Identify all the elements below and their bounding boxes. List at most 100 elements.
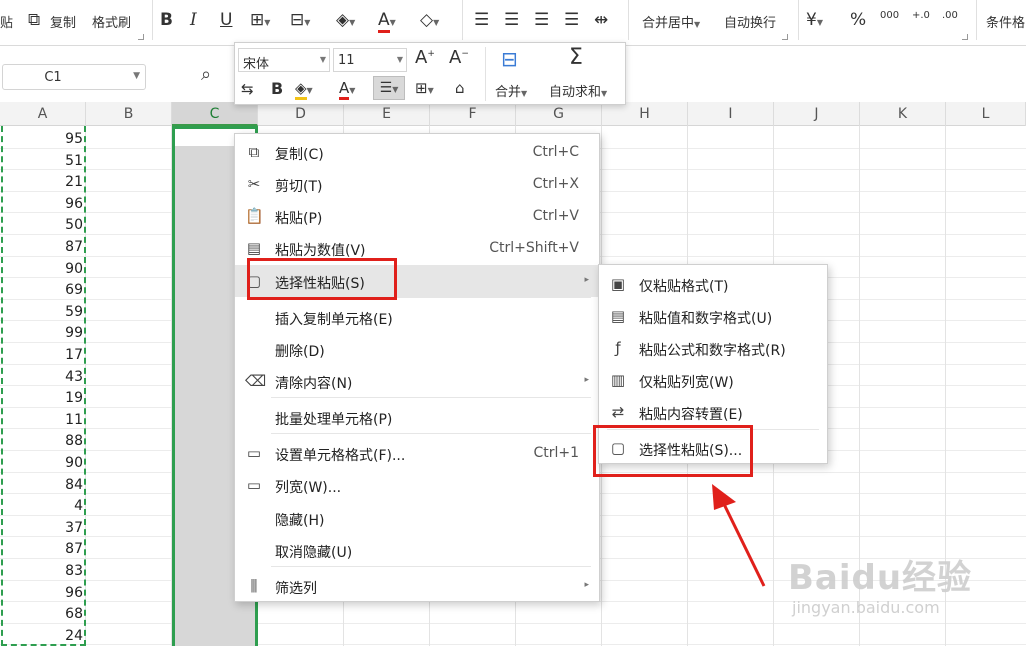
wrap-icon[interactable]: ⇆ bbox=[241, 80, 254, 98]
thousands-separator-icon[interactable]: 000 bbox=[880, 10, 899, 21]
context-menu-item[interactable]: ▭ 设置单元格格式(F)... Ctrl+1 bbox=[235, 437, 599, 469]
column-header-d[interactable]: D bbox=[258, 102, 344, 126]
chevron-down-icon[interactable]: ▼ bbox=[320, 55, 326, 64]
fill-color-icon[interactable]: ◈▼ bbox=[336, 10, 355, 30]
ribbon-cut-partial[interactable]: 贴 bbox=[0, 12, 13, 31]
font-color-icon[interactable]: A▼ bbox=[378, 10, 396, 33]
cell-a8[interactable]: 69 bbox=[0, 280, 83, 301]
submenu-item[interactable]: ▥ 仅粘贴列宽(W) bbox=[599, 364, 827, 396]
context-menu-item[interactable]: 批量处理单元格(P) bbox=[235, 401, 599, 433]
percent-button[interactable]: % bbox=[850, 10, 866, 30]
decrease-font-size-icon[interactable]: A− bbox=[449, 47, 469, 68]
align-center-icon[interactable]: ☰▼ bbox=[373, 76, 405, 100]
cell-a16[interactable]: 90 bbox=[0, 453, 83, 474]
clipboard-group-corner[interactable] bbox=[138, 34, 144, 40]
column-header-k[interactable]: K bbox=[860, 102, 946, 126]
cell-a13[interactable]: 19 bbox=[0, 388, 83, 409]
context-menu-item[interactable]: 隐藏(H) bbox=[235, 502, 599, 534]
cell-a20[interactable]: 87 bbox=[0, 539, 83, 560]
column-header-g[interactable]: G bbox=[516, 102, 602, 126]
alignment-group-corner[interactable] bbox=[782, 34, 788, 40]
font-name-select[interactable]: 宋体 ▼ bbox=[238, 48, 330, 72]
bold-icon[interactable]: B bbox=[271, 79, 283, 98]
cell-a6[interactable]: 87 bbox=[0, 237, 83, 258]
column-header-j[interactable]: J bbox=[774, 102, 860, 126]
font-color-icon[interactable]: A▼ bbox=[339, 79, 355, 100]
cell-a3[interactable]: 21 bbox=[0, 172, 83, 193]
cell-a7[interactable]: 90 bbox=[0, 259, 83, 280]
increase-decimal-icon[interactable]: +.0 bbox=[912, 10, 930, 21]
bold-icon[interactable]: B bbox=[160, 10, 173, 30]
distribute-icon[interactable]: ⇹ bbox=[594, 10, 608, 30]
cell-a24[interactable]: 24 bbox=[0, 626, 83, 646]
column-header-a[interactable]: A bbox=[0, 102, 86, 126]
align-middle-icon[interactable]: ☰ bbox=[504, 10, 519, 30]
cell-a21[interactable]: 83 bbox=[0, 561, 83, 582]
cell-a5[interactable]: 50 bbox=[0, 215, 83, 236]
cell-a10[interactable]: 99 bbox=[0, 323, 83, 344]
cell-a23[interactable]: 68 bbox=[0, 604, 83, 625]
cell-a22[interactable]: 96 bbox=[0, 583, 83, 604]
column-header-h[interactable]: H bbox=[602, 102, 688, 126]
merge-center-button[interactable]: 合并居中▼ bbox=[642, 12, 700, 31]
context-menu-item[interactable]: ⌫ 清除内容(N) ▸ bbox=[235, 365, 599, 397]
copy-button[interactable]: 复制 bbox=[50, 12, 76, 31]
font-size-select[interactable]: 11 ▼ bbox=[333, 48, 407, 72]
context-menu-item[interactable]: ▭ 列宽(W)... bbox=[235, 469, 599, 501]
submenu-item[interactable]: ⇄ 粘贴内容转置(E) bbox=[599, 396, 827, 428]
align-bottom-icon[interactable]: ☰ bbox=[534, 10, 549, 30]
column-header-i[interactable]: I bbox=[688, 102, 774, 126]
copy-icon[interactable]: ⧉ bbox=[28, 10, 40, 30]
submenu-item[interactable]: ▣ 仅粘贴格式(T) bbox=[599, 268, 827, 300]
currency-icon[interactable]: ¥▼ bbox=[806, 10, 823, 30]
chevron-down-icon[interactable]: ▼ bbox=[133, 71, 140, 81]
cell-a2[interactable]: 51 bbox=[0, 151, 83, 172]
border-icon[interactable]: ⊞▼ bbox=[250, 10, 270, 30]
wrap-text-button[interactable]: 自动换行 bbox=[724, 12, 776, 31]
cell-a1[interactable]: 95 bbox=[0, 129, 83, 150]
submenu-item[interactable]: ▤ 粘贴值和数字格式(U) bbox=[599, 300, 827, 332]
context-menu-item[interactable]: ✂ 剪切(T) Ctrl+X bbox=[235, 168, 599, 200]
cell-a12[interactable]: 43 bbox=[0, 367, 83, 388]
cell-a17[interactable]: 84 bbox=[0, 475, 83, 496]
submenu-item[interactable]: ƒ 粘贴公式和数字格式(R) bbox=[599, 332, 827, 364]
justify-icon[interactable]: ☰ bbox=[564, 10, 579, 30]
sum-icon[interactable]: Σ bbox=[569, 45, 583, 70]
merge-button[interactable]: 合并▼ bbox=[495, 81, 527, 100]
border-icon[interactable]: ⊞▼ bbox=[415, 79, 434, 97]
clear-icon[interactable]: ⌂ bbox=[455, 79, 465, 97]
increase-font-size-icon[interactable]: A+ bbox=[415, 47, 435, 68]
fill-color-icon[interactable]: ◈▼ bbox=[295, 79, 313, 100]
autosum-button[interactable]: 自动求和▼ bbox=[549, 81, 607, 100]
number-group-corner[interactable] bbox=[962, 34, 968, 40]
column-header-c[interactable]: C bbox=[172, 102, 258, 126]
context-menu-item[interactable]: ⧉ 复制(C) Ctrl+C bbox=[235, 136, 599, 168]
name-box[interactable]: C1 ▼ bbox=[2, 64, 146, 90]
zoom-icon[interactable]: ⌕ bbox=[201, 64, 211, 85]
align-top-icon[interactable]: ☰ bbox=[474, 10, 489, 30]
column-header-l[interactable]: L bbox=[946, 102, 1026, 126]
context-menu-item[interactable]: ⫼ 筛选列 ▸ bbox=[235, 570, 599, 602]
column-header-f[interactable]: F bbox=[430, 102, 516, 126]
cell-a11[interactable]: 17 bbox=[0, 345, 83, 366]
column-header-b[interactable]: B bbox=[86, 102, 172, 126]
clear-format-icon[interactable]: ◇▼ bbox=[420, 10, 439, 30]
cell-a14[interactable]: 11 bbox=[0, 410, 83, 431]
cell-a19[interactable]: 37 bbox=[0, 518, 83, 539]
cell-a18[interactable]: 4 bbox=[0, 496, 83, 517]
cell-a9[interactable]: 59 bbox=[0, 302, 83, 323]
format-painter-button[interactable]: 格式刷 bbox=[92, 12, 131, 31]
underline-icon[interactable]: U bbox=[220, 10, 232, 30]
column-header-e[interactable]: E bbox=[344, 102, 430, 126]
cell-a15[interactable]: 88 bbox=[0, 431, 83, 452]
context-menu-item[interactable]: 删除(D) bbox=[235, 333, 599, 365]
conditional-format-button[interactable]: 条件格 bbox=[986, 12, 1025, 31]
fill-pattern-icon[interactable]: ⊟▼ bbox=[290, 10, 310, 30]
decrease-decimal-icon[interactable]: .00 bbox=[942, 10, 958, 21]
context-menu-item[interactable]: 📋 粘贴(P) Ctrl+V bbox=[235, 200, 599, 232]
cell-a4[interactable]: 96 bbox=[0, 194, 83, 215]
chevron-down-icon[interactable]: ▼ bbox=[397, 55, 403, 64]
context-menu-item[interactable]: 取消隐藏(U) bbox=[235, 534, 599, 566]
merge-icon[interactable]: ⊟ bbox=[501, 47, 518, 71]
context-menu-item[interactable]: 插入复制单元格(E) bbox=[235, 301, 599, 333]
